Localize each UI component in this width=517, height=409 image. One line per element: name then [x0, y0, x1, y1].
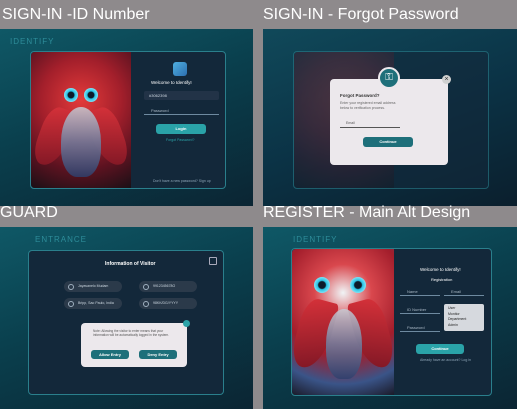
owl-image: [31, 52, 131, 188]
user-icon: [68, 283, 74, 290]
continue-button[interactable]: Continue: [416, 344, 464, 354]
phone-icon: [143, 283, 149, 290]
visitor-id-text: 98KK/DG/YYYY: [153, 301, 179, 305]
id-card-icon: [143, 300, 149, 307]
location-icon: [68, 300, 74, 307]
owl-eye-left: [64, 88, 78, 102]
visitor-phone-text: 9912345678O: [153, 284, 176, 288]
forgot-password-modal: ⚿ × Forgot Password? Enter your register…: [330, 67, 451, 165]
frame-guard: ENTRANCE Information of Visitor Jayavane…: [0, 227, 253, 409]
modal-close-icon[interactable]: [183, 320, 190, 327]
owl-eye-right: [84, 88, 98, 102]
visitor-heading: Information of Visitor: [105, 261, 156, 267]
visitor-phone: 9912345678O: [139, 281, 197, 292]
owl-eye-left: [314, 277, 330, 293]
continue-button[interactable]: Continue: [363, 137, 413, 147]
owl-image: [292, 249, 394, 395]
frame-tag: IDENTIFY: [293, 235, 338, 244]
welcome-text: Welcome to IdentifyI: [151, 80, 192, 85]
frame-signin-id: IDENTIFY Welcome to IdentifyI #3062398 P…: [0, 29, 253, 206]
allow-entry-button[interactable]: Allow Entry: [91, 350, 129, 359]
modal-heading: Forgot Password?: [340, 93, 380, 98]
deny-entry-button[interactable]: Deny Entry: [139, 350, 177, 359]
id-number-field[interactable]: ID Number: [400, 305, 440, 314]
modal-note: Note: Allowing the visitor to enter mean…: [93, 329, 170, 338]
id-number-field[interactable]: #3062398: [144, 91, 219, 100]
owl-body: [326, 309, 362, 379]
entry-modal: Note: Allowing the visitor to enter mean…: [81, 320, 190, 367]
visitor-name-text: Jayavanelo Mudam: [78, 284, 109, 288]
register-prompt[interactable]: Don't have a new password? Sign up: [153, 179, 211, 183]
registration-subtitle: Registration: [431, 277, 453, 282]
visitor-address-text: Bripp, Sao Paulo, India: [78, 301, 114, 305]
password-field[interactable]: Password: [144, 106, 219, 115]
email-field[interactable]: Email: [444, 287, 484, 296]
exit-icon[interactable]: [209, 257, 217, 265]
modal-description: Enter your registered email address belo…: [340, 101, 396, 110]
password-field[interactable]: Password: [400, 323, 440, 332]
welcome-text: Welcome to Identify!: [420, 267, 461, 272]
visitor-card: Information of Visitor Jayavanelo Mudam …: [28, 250, 224, 395]
role-dropdown[interactable]: User Monitor Department Admin: [444, 304, 484, 331]
close-icon[interactable]: ×: [442, 75, 451, 84]
role-option-admin[interactable]: Admin: [448, 323, 480, 329]
visitor-name: Jayavanelo Mudam: [64, 281, 122, 292]
frame-title-signin-id: SIGN-IN -ID Number: [2, 6, 150, 23]
register-card: Welcome to Identify! Registration Name E…: [291, 248, 492, 396]
frame-title-register: REGISTER - Main Alt Design: [263, 204, 471, 221]
forgot-password-link[interactable]: Forgot Password?: [166, 138, 194, 142]
owl-body: [61, 107, 101, 177]
frame-register: IDENTIFY Welcome to Identify! Registrati…: [263, 227, 517, 409]
email-field[interactable]: Email: [340, 119, 400, 128]
frame-title-forgot: SIGN-IN - Forgot Password: [263, 6, 459, 23]
owl-eye-right: [350, 277, 366, 293]
name-field[interactable]: Name: [400, 287, 440, 296]
login-prompt[interactable]: Already have an account? Log in: [420, 358, 471, 362]
frame-tag: IDENTIFY: [10, 37, 55, 46]
login-button[interactable]: Login: [156, 124, 206, 134]
login-card: Welcome to IdentifyI #3062398 Password L…: [30, 51, 226, 189]
key-icon: ⚿: [378, 67, 400, 89]
visitor-id: 98KK/DG/YYYY: [139, 298, 197, 309]
frame-forgot-password: ⚿ × Forgot Password? Enter your register…: [263, 29, 517, 206]
frame-title-guard: GUARD: [0, 204, 58, 221]
visitor-address: Bripp, Sao Paulo, India: [64, 298, 122, 309]
frame-tag: ENTRANCE: [35, 235, 88, 244]
app-logo-icon: [173, 62, 187, 76]
